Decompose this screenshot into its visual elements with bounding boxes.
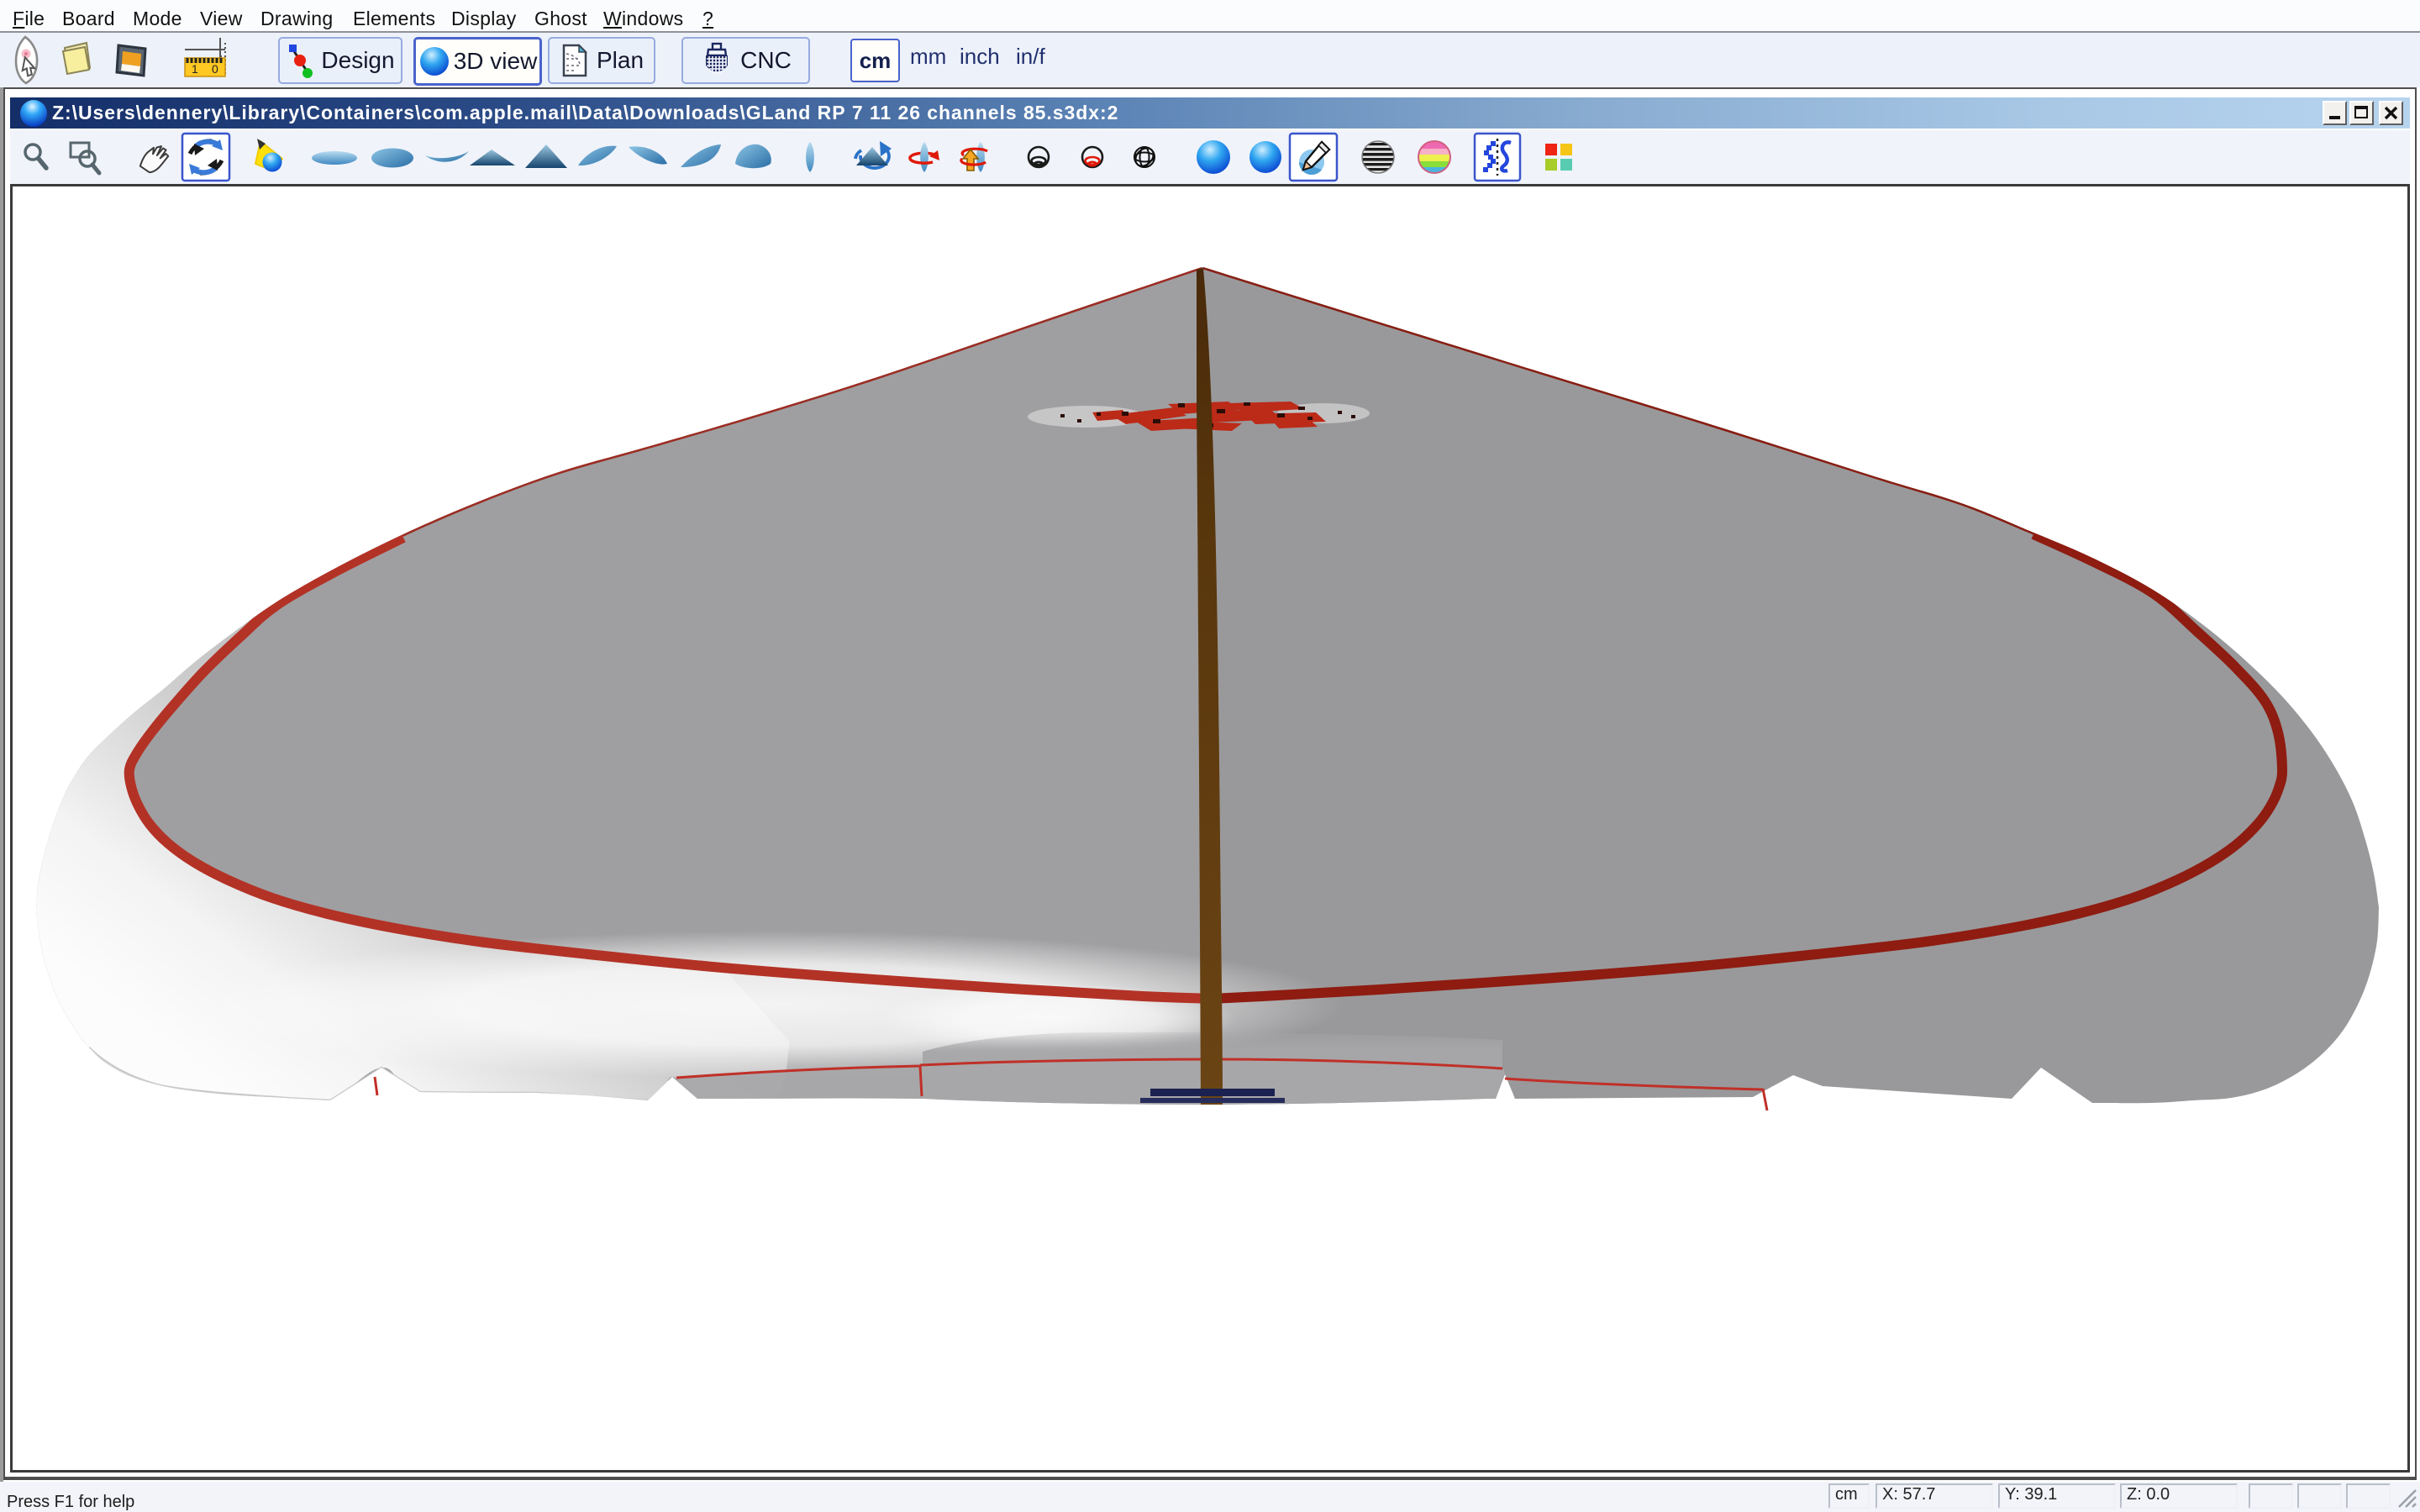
svg-text:0: 0 [212,62,218,76]
svg-text:1: 1 [192,62,198,76]
